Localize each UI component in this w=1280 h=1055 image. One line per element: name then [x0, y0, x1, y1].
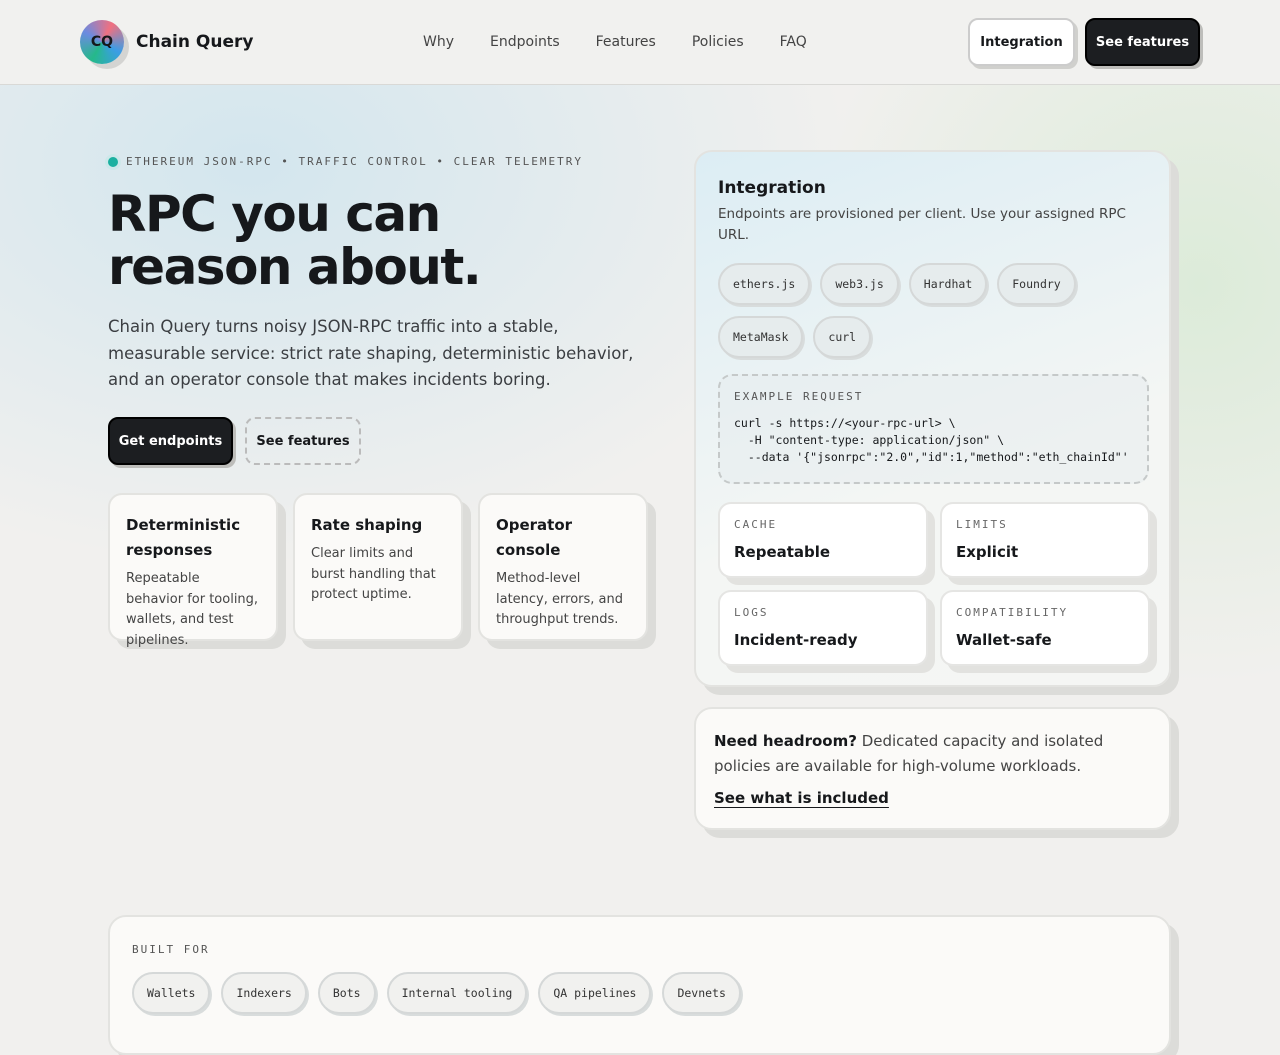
tool-pill[interactable]: curl — [813, 316, 872, 358]
nav-endpoints[interactable]: Endpoints — [490, 34, 560, 50]
stat-card: LOGS Incident-ready — [718, 590, 928, 666]
integration-panel: Integration Endpoints are provisioned pe… — [694, 150, 1171, 687]
status-dot-icon — [108, 156, 118, 167]
integration-button[interactable]: Integration — [968, 18, 1075, 66]
main-nav: Why Endpoints Features Policies FAQ — [423, 34, 807, 50]
built-for-pill[interactable]: Bots — [317, 972, 376, 1014]
example-label: EXAMPLE REQUEST — [734, 390, 864, 403]
feature-card: Operator console Method-level latency, er… — [478, 493, 648, 641]
tool-pill[interactable]: ethers.js — [718, 263, 811, 305]
nav-faq[interactable]: FAQ — [780, 34, 807, 50]
feature-card: Rate shaping Clear limits and burst handl… — [293, 493, 463, 641]
example-request: EXAMPLE REQUEST curl -s https://<your-rp… — [718, 374, 1149, 484]
built-for-pill[interactable]: Indexers — [221, 972, 307, 1014]
code-line: -H "content-type: application/json" \ — [734, 433, 1005, 447]
hero-lead: Chain Query turns noisy JSON-RPC traffic… — [108, 317, 634, 389]
eyebrow: ETHEREUM JSON-RPC • TRAFFIC CONTROL • CL… — [108, 155, 583, 168]
feature-title: Operator console — [496, 516, 573, 559]
feature-card: Deterministic responses Repeatable behavi… — [108, 493, 278, 648]
code-line: curl -s https://<your-rpc-url> \ — [734, 416, 956, 430]
stat-key: COMPATIBILITY — [956, 606, 1069, 619]
tool-pill[interactable]: MetaMask — [718, 316, 804, 358]
stat-value: Incident-ready — [734, 631, 858, 649]
built-for-pill[interactable]: Wallets — [132, 972, 211, 1014]
headroom-card: Need headroom? Dedicated capacity and is… — [694, 707, 1171, 830]
code-line: --data '{"jsonrpc":"2.0","id":1,"method"… — [734, 450, 1129, 464]
stat-key: CACHE — [734, 518, 778, 531]
stat-key: LOGS — [734, 606, 769, 619]
hero-title: RPC you can reason about. — [108, 185, 482, 296]
stat-value: Explicit — [956, 543, 1019, 561]
built-for-section: BUILT FOR Wallets Indexers Bots Internal… — [108, 915, 1171, 1055]
built-for-label: BUILT FOR — [132, 943, 210, 956]
logo[interactable]: CQ — [80, 20, 124, 64]
stat-value: Wallet-safe — [956, 631, 1052, 649]
top-nav: CQ Chain Query Why Endpoints Features Po… — [0, 0, 1280, 85]
built-for-list: Wallets Indexers Bots Internal tooling Q… — [132, 972, 1147, 1014]
brand-name[interactable]: Chain Query — [136, 32, 253, 52]
get-endpoints-button[interactable]: Get endpoints — [108, 417, 233, 465]
stat-card: LIMITS Explicit — [940, 502, 1150, 578]
headroom-strong: Need headroom? — [714, 732, 857, 750]
eyebrow-text: ETHEREUM JSON-RPC • TRAFFIC CONTROL • CL… — [126, 155, 583, 168]
built-for-pill[interactable]: QA pipelines — [538, 972, 652, 1014]
see-included-link[interactable]: See what is included — [714, 789, 889, 807]
nav-features[interactable]: Features — [596, 34, 656, 50]
tool-pill[interactable]: web3.js — [820, 263, 899, 305]
stat-card: COMPATIBILITY Wallet-safe — [940, 590, 1150, 666]
built-for-pill[interactable]: Devnets — [662, 972, 741, 1014]
feature-desc: Method-level latency, errors, and throug… — [496, 571, 623, 627]
feature-desc: Repeatable behavior for tooling, wallets… — [126, 571, 259, 648]
integration-title: Integration — [718, 178, 826, 198]
built-for-pill[interactable]: Internal tooling — [386, 972, 528, 1014]
tool-pill[interactable]: Hardhat — [908, 263, 988, 305]
feature-title: Rate shaping — [311, 516, 423, 534]
nav-policies[interactable]: Policies — [692, 34, 744, 50]
stat-value: Repeatable — [734, 543, 831, 561]
hero-see-features-button[interactable]: See features — [245, 417, 361, 465]
stat-key: LIMITS — [956, 518, 1008, 531]
integration-desc: Endpoints are provisioned per client. Us… — [718, 206, 1126, 243]
feature-desc: Clear limits and burst handling that pro… — [311, 546, 436, 602]
nav-why[interactable]: Why — [423, 34, 454, 50]
see-features-button[interactable]: See features — [1085, 18, 1200, 66]
feature-title: Deterministic responses — [126, 516, 241, 559]
tool-pill[interactable]: Foundry — [997, 263, 1076, 305]
tool-list: ethers.js web3.js Hardhat Foundry MetaMa… — [718, 263, 1098, 358]
stat-card: CACHE Repeatable — [718, 502, 928, 578]
code-block: curl -s https://<your-rpc-url> \ -H "con… — [734, 415, 1133, 466]
